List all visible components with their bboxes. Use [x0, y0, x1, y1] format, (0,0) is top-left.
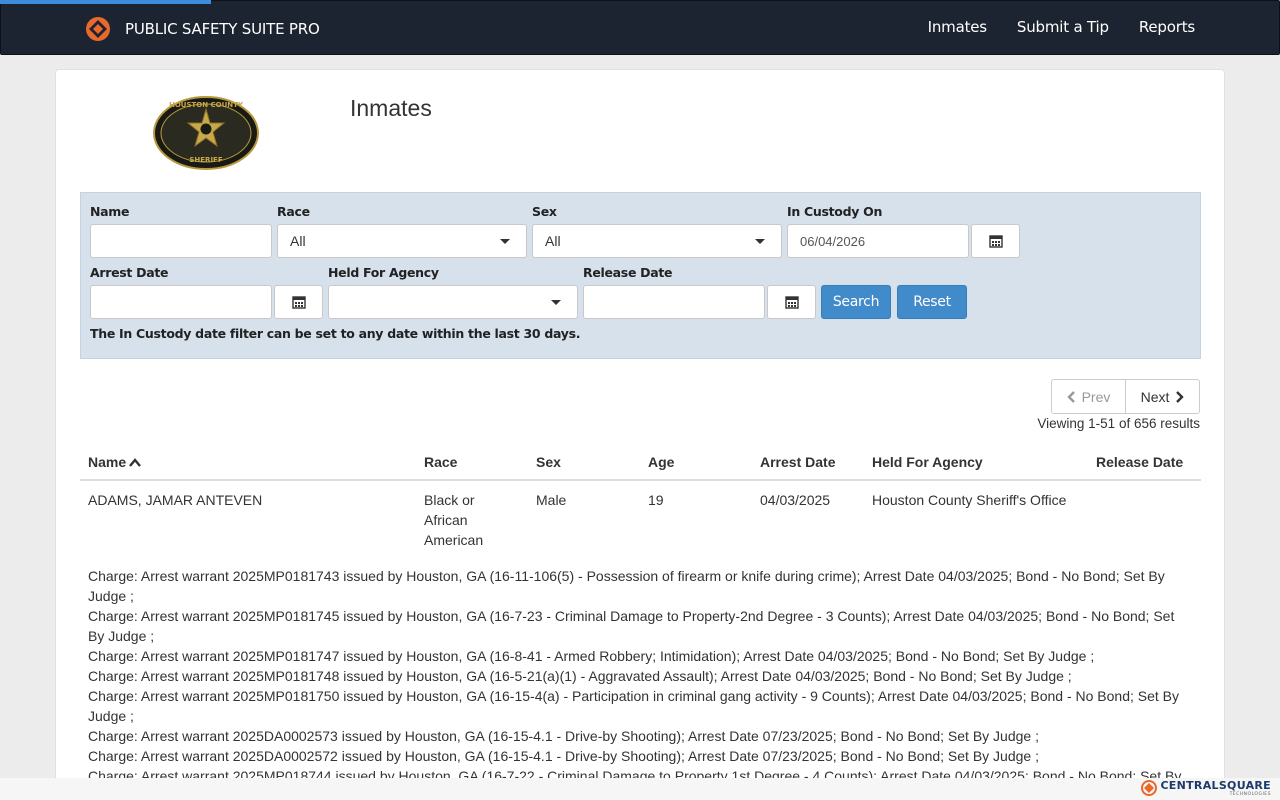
sex-select[interactable]: All	[532, 224, 782, 258]
nav-reports-link[interactable]: Reports	[1139, 18, 1195, 36]
sort-ascending-icon	[129, 457, 142, 467]
prev-label: Prev	[1081, 388, 1111, 405]
page-load-progress	[0, 0, 211, 4]
prev-page-button[interactable]: Prev	[1051, 379, 1126, 414]
sex-select-value: All	[545, 233, 561, 249]
race-label: Race	[277, 204, 310, 219]
results-count: Viewing 1-51 of 656 results	[1037, 416, 1200, 431]
footer-bar: CENTRALSQUARE TECHNOLOGIES	[0, 778, 1280, 800]
inmate-name[interactable]: ADAMS, JAMAR ANTEVEN	[88, 490, 262, 510]
table-header: Name Race Sex Age Arrest Date Held For A…	[80, 446, 1201, 481]
charge-item: Charge: Arrest warrant 2025MP0181743 iss…	[88, 568, 1165, 604]
custody-label: In Custody On	[787, 204, 883, 219]
charge-item: Charge: Arrest warrant 2025MP0181747 iss…	[88, 648, 1095, 664]
arrest-date-label: Arrest Date	[90, 265, 169, 280]
brand-logo-icon	[86, 17, 110, 41]
name-input[interactable]	[90, 224, 272, 258]
charge-item: Charge: Arrest warrant 2025MP0181750 iss…	[88, 688, 1180, 724]
inmate-arrest-date: 04/03/2025	[760, 492, 831, 508]
race-select-value: All	[290, 233, 306, 249]
nav-submit-tip-link[interactable]: Submit a Tip	[1017, 18, 1109, 36]
column-age[interactable]: Age	[648, 454, 674, 470]
custody-date-input[interactable]	[787, 224, 969, 258]
top-navbar: PUBLIC SAFETY SUITE PRO Inmates Submit a…	[0, 0, 1280, 55]
column-arrest-date[interactable]: Arrest Date	[760, 454, 835, 470]
inmate-age: 19	[648, 492, 664, 508]
centralsquare-logo[interactable]: CENTRALSQUARE TECHNOLOGIES	[1141, 780, 1271, 797]
column-race[interactable]: Race	[424, 454, 457, 470]
custody-calendar-button[interactable]	[971, 224, 1020, 258]
column-held-for-agency[interactable]: Held For Agency	[872, 454, 983, 470]
chevron-down-icon	[500, 239, 510, 244]
held-for-select[interactable]	[328, 285, 578, 319]
release-calendar-button[interactable]	[767, 285, 816, 319]
centralsquare-logo-text: CENTRALSQUARE	[1160, 779, 1271, 792]
search-button[interactable]: Search	[821, 285, 891, 319]
release-date-label: Release Date	[583, 265, 673, 280]
calendar-icon	[784, 296, 799, 309]
pagination: Prev Next	[1051, 379, 1200, 414]
column-release-date[interactable]: Release Date	[1096, 454, 1183, 470]
chevron-right-icon	[1176, 390, 1185, 403]
nav-links: Inmates Submit a Tip Reports	[898, 18, 1196, 36]
chevron-left-icon	[1066, 390, 1075, 403]
nav-inmates-link[interactable]: Inmates	[928, 18, 987, 36]
charges-list: Charge: Arrest warrant 2025MP0181743 iss…	[88, 566, 1186, 800]
release-date-input[interactable]	[583, 285, 765, 319]
calendar-icon	[291, 296, 306, 309]
reset-button[interactable]: Reset	[897, 285, 967, 319]
charge-item: Charge: Arrest warrant 2025MP0181748 iss…	[88, 668, 1072, 684]
calendar-icon	[988, 235, 1003, 248]
chevron-down-icon	[755, 239, 765, 244]
sex-label: Sex	[532, 204, 557, 219]
charge-item: Charge: Arrest warrant 2025MP0181745 iss…	[88, 608, 1175, 644]
brand-name: PUBLIC SAFETY SUITE PRO	[125, 20, 320, 38]
sheriff-seal-logo: HOUSTON COUNTY SHERIFF	[152, 95, 260, 176]
brand[interactable]: PUBLIC SAFETY SUITE PRO	[85, 15, 320, 43]
search-filters: Name Race All Sex All In Custody On Arre…	[80, 192, 1201, 359]
held-for-label: Held For Agency	[328, 265, 439, 280]
next-page-button[interactable]: Next	[1126, 379, 1200, 414]
main-card: HOUSTON COUNTY SHERIFF Inmates Name Race…	[55, 69, 1225, 800]
column-sex[interactable]: Sex	[536, 454, 561, 470]
svg-text:SHERIFF: SHERIFF	[189, 156, 222, 164]
charge-item: Charge: Arrest warrant 2025DA0002573 iss…	[88, 728, 1039, 744]
race-select[interactable]: All	[277, 224, 527, 258]
name-label: Name	[90, 204, 130, 219]
inmate-race: Black or African American	[424, 492, 484, 548]
arrest-date-input[interactable]	[90, 285, 272, 319]
custody-filter-hint: The In Custody date filter can be set to…	[90, 326, 581, 341]
arrest-calendar-button[interactable]	[274, 285, 323, 319]
column-name-sort[interactable]: Name	[88, 454, 142, 470]
inmate-sex: Male	[536, 492, 567, 508]
centralsquare-logo-icon	[1141, 780, 1158, 796]
charge-item: Charge: Arrest warrant 2025DA0002572 iss…	[88, 748, 1039, 764]
centralsquare-logo-subtext: TECHNOLOGIES	[1229, 792, 1271, 797]
chevron-down-icon	[551, 300, 561, 305]
svg-text:HOUSTON COUNTY: HOUSTON COUNTY	[169, 101, 244, 109]
page-title: Inmates	[350, 95, 432, 121]
column-name: Name	[88, 454, 127, 470]
inmate-held-for: Houston County Sheriff's Office	[872, 492, 1067, 508]
next-label: Next	[1140, 388, 1170, 405]
